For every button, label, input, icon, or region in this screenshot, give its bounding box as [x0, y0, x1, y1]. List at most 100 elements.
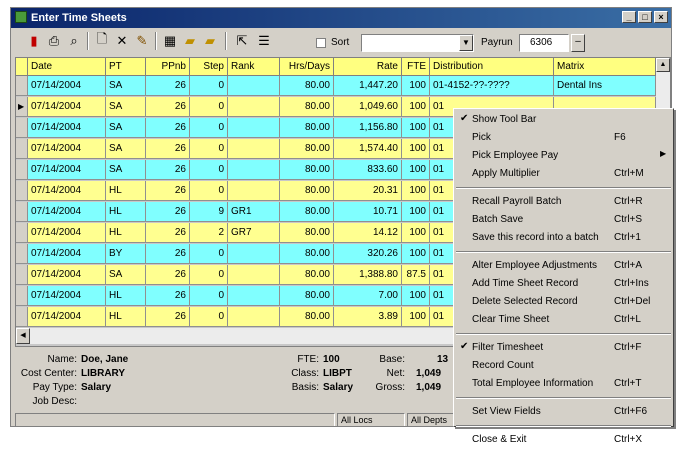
row-selector[interactable]: [16, 307, 28, 327]
cell-pt[interactable]: HL: [106, 223, 146, 243]
cell-dist[interactable]: 01-4152-??-????: [430, 76, 554, 96]
column-header-hrs[interactable]: Hrs/Days: [280, 58, 334, 76]
menu-item-pick-employee-pay[interactable]: Pick Employee Pay ▶: [454, 147, 673, 165]
preview-icon[interactable]: ⌕: [65, 32, 83, 50]
cell-date[interactable]: 07/14/2004: [28, 181, 106, 201]
cell-pt[interactable]: SA: [106, 97, 146, 117]
chevron-down-icon[interactable]: ▼: [459, 35, 473, 51]
cell-rate[interactable]: 14.12: [334, 223, 402, 243]
cell-hrs[interactable]: 80.00: [280, 244, 334, 264]
cell-ppnb[interactable]: 26: [146, 160, 190, 180]
cell-hrs[interactable]: 80.00: [280, 286, 334, 306]
cell-fte[interactable]: 100: [402, 307, 430, 327]
row-selector[interactable]: [16, 265, 28, 285]
pointer-icon[interactable]: ⇱: [233, 32, 251, 50]
cell-ppnb[interactable]: 26: [146, 118, 190, 138]
cell-rate[interactable]: 7.00: [334, 286, 402, 306]
cell-fte[interactable]: 100: [402, 202, 430, 222]
cell-step[interactable]: 2: [190, 223, 228, 243]
cell-rank[interactable]: [228, 97, 280, 117]
row-selector[interactable]: [16, 202, 28, 222]
cell-rank[interactable]: GR1: [228, 202, 280, 222]
menu-item-total-employee-information[interactable]: Total Employee Information Ctrl+T: [454, 375, 673, 393]
current-row-indicator-icon[interactable]: ▶: [16, 97, 28, 117]
cell-rank[interactable]: [228, 181, 280, 201]
cell-hrs[interactable]: 80.00: [280, 76, 334, 96]
cell-ppnb[interactable]: 26: [146, 181, 190, 201]
table-row[interactable]: 07/14/2004 SA 26 0 80.00 1,447.20 100 01-4152-?…: [16, 76, 656, 96]
menu-item-batch-save[interactable]: Batch Save Ctrl+S: [454, 211, 673, 229]
cell-rate[interactable]: 10.71: [334, 202, 402, 222]
save-icon[interactable]: ▰: [201, 32, 219, 50]
minimize-button[interactable]: _: [622, 11, 636, 23]
row-selector[interactable]: [16, 181, 28, 201]
row-selector[interactable]: [16, 160, 28, 180]
options-icon[interactable]: ☰: [255, 32, 273, 50]
sort-checkbox[interactable]: [316, 38, 326, 48]
cell-rate[interactable]: 833.60: [334, 160, 402, 180]
cell-date[interactable]: 07/14/2004: [28, 118, 106, 138]
menu-item-set-view-fields[interactable]: Set View Fields Ctrl+F6: [454, 403, 673, 421]
payrun-spinner[interactable]: –: [571, 34, 585, 52]
row-selector[interactable]: [16, 223, 28, 243]
cell-fte[interactable]: 100: [402, 76, 430, 96]
cell-date[interactable]: 07/14/2004: [28, 76, 106, 96]
cell-rank[interactable]: [228, 76, 280, 96]
cell-fte[interactable]: 100: [402, 139, 430, 159]
payrun-field[interactable]: 6306: [519, 34, 569, 52]
cell-step[interactable]: 0: [190, 97, 228, 117]
cell-step[interactable]: 0: [190, 307, 228, 327]
cell-date[interactable]: 07/14/2004: [28, 139, 106, 159]
menu-item-alter-employee-adjustments[interactable]: Alter Employee Adjustments Ctrl+A: [454, 257, 673, 275]
cell-ppnb[interactable]: 26: [146, 76, 190, 96]
column-header-pt[interactable]: PT: [106, 58, 146, 76]
menu-item-close-exit[interactable]: Close & Exit Ctrl+X: [454, 431, 673, 449]
cell-date[interactable]: 07/14/2004: [28, 97, 106, 117]
menu-item-record-count[interactable]: Record Count: [454, 357, 673, 375]
column-header-rank[interactable]: Rank: [228, 58, 280, 76]
cell-pt[interactable]: SA: [106, 160, 146, 180]
cell-step[interactable]: 0: [190, 265, 228, 285]
cell-date[interactable]: 07/14/2004: [28, 160, 106, 180]
scroll-up-icon[interactable]: ▲: [656, 58, 670, 72]
cell-matrix[interactable]: Dental Ins: [554, 76, 656, 96]
cell-date[interactable]: 07/14/2004: [28, 286, 106, 306]
cell-rank[interactable]: [228, 307, 280, 327]
new-icon[interactable]: 🗋: [93, 31, 111, 50]
menu-item-recall-payroll-batch[interactable]: Recall Payroll Batch Ctrl+R: [454, 193, 673, 211]
cell-hrs[interactable]: 80.00: [280, 307, 334, 327]
sort-dropdown[interactable]: ▼: [361, 34, 474, 52]
row-selector[interactable]: [16, 76, 28, 96]
cell-pt[interactable]: SA: [106, 76, 146, 96]
cell-pt[interactable]: BY: [106, 244, 146, 264]
cell-pt[interactable]: SA: [106, 139, 146, 159]
cell-pt[interactable]: HL: [106, 181, 146, 201]
maximize-button[interactable]: □: [638, 11, 652, 23]
cell-rank[interactable]: [228, 286, 280, 306]
cell-date[interactable]: 07/14/2004: [28, 265, 106, 285]
cell-fte[interactable]: 100: [402, 286, 430, 306]
cell-rank[interactable]: GR7: [228, 223, 280, 243]
cell-ppnb[interactable]: 26: [146, 286, 190, 306]
cell-fte[interactable]: 100: [402, 118, 430, 138]
row-selector[interactable]: [16, 118, 28, 138]
menu-item-filter-timesheet[interactable]: ✔ Filter Timesheet Ctrl+F: [454, 339, 673, 357]
cell-hrs[interactable]: 80.00: [280, 97, 334, 117]
cell-step[interactable]: 0: [190, 118, 228, 138]
cell-step[interactable]: 9: [190, 202, 228, 222]
cell-fte[interactable]: 100: [402, 223, 430, 243]
column-header-step[interactable]: Step: [190, 58, 228, 76]
menu-item-show-tool-bar[interactable]: ✔ Show Tool Bar: [454, 111, 673, 129]
cell-rank[interactable]: [228, 160, 280, 180]
cell-hrs[interactable]: 80.00: [280, 139, 334, 159]
delete-icon[interactable]: ✕: [113, 32, 131, 50]
calculate-icon[interactable]: ▦: [161, 32, 179, 50]
open-icon[interactable]: ▰: [181, 32, 199, 50]
print-icon[interactable]: ⎙: [45, 32, 63, 50]
menu-item-clear-time-sheet[interactable]: Clear Time Sheet Ctrl+L: [454, 311, 673, 329]
cell-rank[interactable]: [228, 118, 280, 138]
cell-rank[interactable]: [228, 265, 280, 285]
column-header-ppnb[interactable]: PPnb: [146, 58, 190, 76]
row-selector[interactable]: [16, 244, 28, 264]
cell-pt[interactable]: SA: [106, 118, 146, 138]
